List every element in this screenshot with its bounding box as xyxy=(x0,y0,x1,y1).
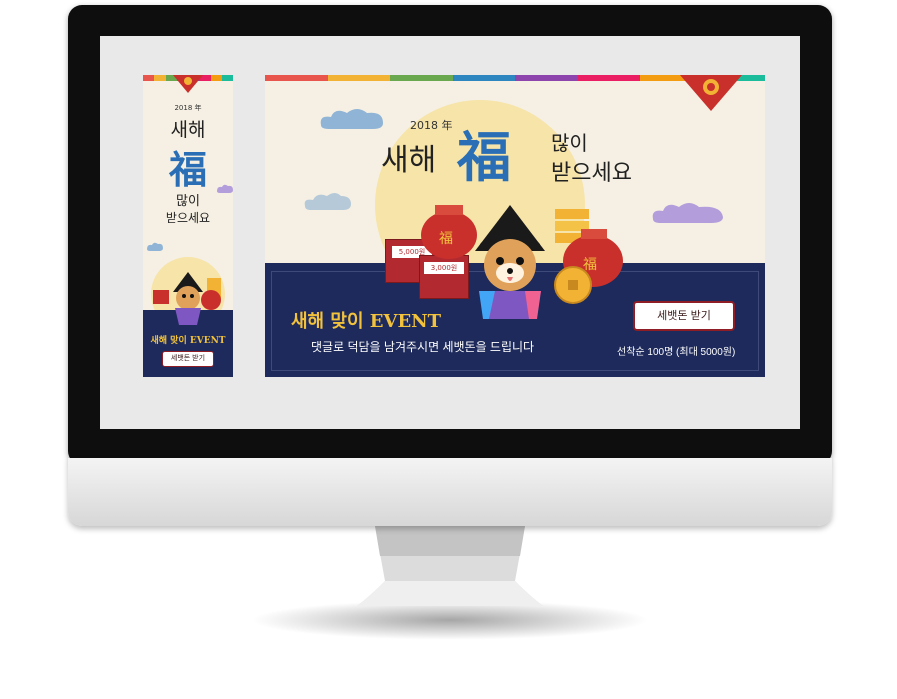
skyscraper-year: 2018 年 xyxy=(174,104,202,112)
stripe-segment xyxy=(515,75,578,81)
dog-character-icon xyxy=(153,272,221,325)
ribbon-ornament-icon xyxy=(680,75,742,111)
skyscraper-title-line3: 받으세요 xyxy=(165,211,211,225)
wide-title-right-1: 많이 xyxy=(551,131,588,155)
stripe-segment xyxy=(327,75,390,81)
monitor-foot-shadow xyxy=(250,600,650,640)
wide-condition-text: 선착순 100명 (최대 5000원) xyxy=(617,347,736,358)
stripe-segment xyxy=(577,75,640,81)
wide-banner[interactable]: 2018 年 새해 福 많이 받으세요 5,000원 3,000원 福 福 새해… xyxy=(265,75,765,377)
wide-cta-button[interactable]: 세뱃돈 받기 xyxy=(633,301,735,331)
lucky-bag-left: 福 xyxy=(421,205,477,259)
skyscraper-cta-button[interactable]: 세뱃돈 받기 xyxy=(162,351,214,367)
stripe-segment xyxy=(452,75,515,81)
gold-coin xyxy=(554,266,592,304)
wide-fortune-char: 福 xyxy=(457,125,511,189)
stripe-segment xyxy=(221,75,233,81)
monitor-stand xyxy=(357,526,543,606)
wide-title-left: 새해 xyxy=(381,143,437,178)
skyscraper-event-title: 새해 맞이 EVENT xyxy=(150,336,226,346)
ribbon-ornament-icon xyxy=(173,75,203,93)
stripe-segment xyxy=(154,75,166,81)
skyscraper-title-line1: 새해 xyxy=(170,119,206,141)
monitor-chin xyxy=(68,458,832,526)
cloud-icon xyxy=(320,109,383,129)
svg-text:福: 福 xyxy=(439,231,453,247)
stripe-segment xyxy=(143,75,155,81)
cloud-icon xyxy=(217,184,233,193)
cloud-icon xyxy=(147,242,163,251)
wide-title-right-2: 받으세요 xyxy=(551,161,632,186)
stripe-segment xyxy=(210,75,222,81)
cloud-icon xyxy=(652,203,723,223)
stripe-segment xyxy=(265,75,328,81)
dog-character-icon: 福 福 xyxy=(421,205,623,319)
wide-event-title: 새해 맞이 EVENT xyxy=(291,311,442,332)
wide-year: 2018 年 xyxy=(410,119,453,132)
cloud-icon xyxy=(304,193,351,210)
skyscraper-banner[interactable]: 2018 年 새해 福 많이 받으세요 새해 맞이 EVENT 세뱃돈 받기 xyxy=(143,75,233,377)
wide-event-description: 댓글로 덕담을 남겨주시면 세뱃돈을 드립니다 xyxy=(311,340,535,354)
stripe-segment xyxy=(390,75,453,81)
